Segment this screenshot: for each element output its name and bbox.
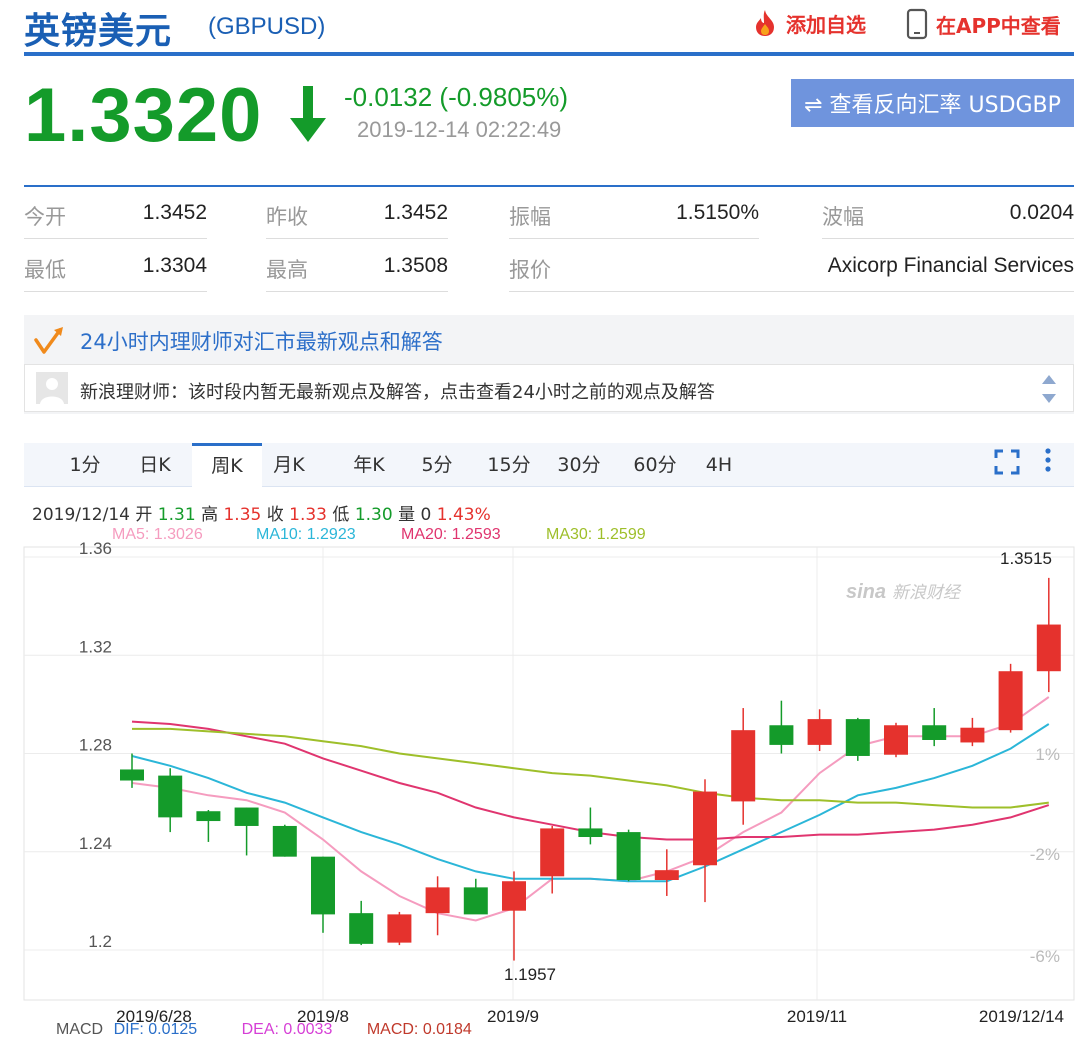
- candlestick-chart[interactable]: 1.36 1.32 1.28 1.24 1.2 1% -2% -6% sina 新浪财经 1.351…: [0, 0, 1080, 1034]
- watermark-text: 新浪财经: [892, 583, 962, 602]
- x-tick-label: 2019/12/14: [979, 1007, 1064, 1026]
- candle-body: [425, 887, 450, 914]
- y-tick-label: 1.28: [79, 736, 112, 755]
- pct-tick-label: 1%: [1035, 745, 1060, 764]
- pct-tick-label: -2%: [1030, 845, 1060, 864]
- pct-tick-label: -6%: [1030, 947, 1060, 966]
- candle-body: [960, 727, 985, 743]
- x-tick-label: 2019/9: [487, 1007, 539, 1026]
- candle-body: [998, 671, 1023, 731]
- macd-prefix: MACD: [56, 1021, 104, 1038]
- candle-body: [922, 725, 947, 740]
- min-value-label: 1.1957: [504, 965, 556, 984]
- candle-body: [769, 725, 794, 745]
- candle-body: [234, 807, 259, 826]
- y-tick-label: 1.32: [79, 637, 112, 656]
- watermark-logo: sina: [846, 581, 886, 603]
- macd-dif: DIF: 0.0125: [113, 1021, 198, 1038]
- macd-legend: MACD DIF: 0.0125 DEA: 0.0033 MACD: 0.018…: [56, 1021, 472, 1039]
- candle-body: [884, 725, 908, 755]
- macd-value: MACD: 0.0184: [366, 1021, 472, 1038]
- candle-body: [578, 828, 603, 838]
- macd-dea: DEA: 0.0033: [241, 1021, 333, 1038]
- candle-body: [540, 828, 565, 877]
- max-value-label: 1.3515: [1000, 549, 1052, 568]
- candle-body: [158, 775, 183, 818]
- candle-body: [349, 913, 374, 944]
- y-tick-label: 1.24: [79, 834, 112, 853]
- y-tick-label: 1.2: [88, 932, 112, 951]
- candle-body: [463, 887, 488, 915]
- candle-body: [196, 811, 221, 822]
- candle-body: [387, 914, 412, 943]
- candle-body: [693, 791, 717, 866]
- candle-body: [807, 719, 832, 745]
- x-tick-label: 2019/11: [787, 1007, 847, 1026]
- candle-body: [502, 881, 526, 911]
- candle-body: [120, 769, 144, 781]
- candle-body: [845, 719, 870, 756]
- candle-body: [731, 730, 756, 802]
- candle-body: [654, 870, 679, 880]
- candle-body: [272, 825, 297, 857]
- candle-body: [616, 832, 641, 880]
- y-tick-label: 1.36: [79, 539, 112, 558]
- candle-body: [1036, 624, 1061, 672]
- candle-body: [311, 856, 335, 915]
